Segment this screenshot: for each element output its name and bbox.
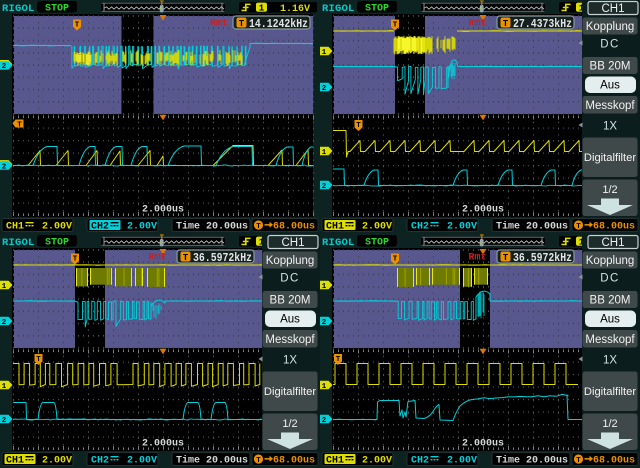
svg-text:T: T — [75, 21, 80, 29]
svg-text:Time 20.00us: Time 20.00us — [176, 455, 248, 467]
svg-text:DC: DC — [600, 39, 620, 51]
svg-text:Messkopf: Messkopf — [585, 100, 635, 112]
svg-text:Aus: Aus — [280, 314, 300, 326]
svg-text:STOP: STOP — [45, 238, 69, 249]
svg-text:Rmt: Rmt — [149, 253, 167, 264]
svg-text:1: 1 — [2, 383, 7, 391]
svg-text:DC: DC — [280, 273, 300, 285]
svg-text:2.00V: 2.00V — [127, 222, 157, 233]
svg-text:2.00V: 2.00V — [127, 456, 157, 467]
svg-text:Aus: Aus — [600, 80, 620, 92]
svg-text:2: 2 — [322, 183, 327, 191]
svg-text:68.00us: 68.00us — [273, 456, 315, 467]
svg-text:RIGOL: RIGOL — [2, 3, 35, 15]
svg-text:RIGOL: RIGOL — [2, 237, 35, 249]
svg-text:1/2: 1/2 — [602, 184, 617, 196]
svg-text:T: T — [36, 356, 41, 364]
svg-text:BB 20M: BB 20M — [270, 295, 311, 307]
svg-text:T: T — [183, 253, 189, 263]
svg-text:2.000us: 2.000us — [142, 439, 184, 450]
svg-text:2.00V: 2.00V — [42, 222, 72, 233]
svg-text:BB 20M: BB 20M — [590, 61, 631, 73]
svg-text:2: 2 — [2, 417, 7, 425]
svg-text:T: T — [356, 122, 361, 130]
svg-text:68.00us: 68.00us — [593, 222, 635, 233]
svg-text:14.1242kHz: 14.1242kHz — [249, 18, 308, 31]
svg-text:Time 20.00us: Time 20.00us — [496, 221, 568, 233]
svg-text:2: 2 — [2, 319, 7, 327]
svg-text:Digitalfilter: Digitalfilter — [584, 152, 636, 164]
svg-text:2.00V: 2.00V — [362, 222, 392, 233]
svg-text:T: T — [17, 122, 22, 130]
svg-text:2: 2 — [2, 63, 7, 71]
svg-text:Rmt: Rmt — [469, 19, 487, 30]
svg-text:Kopplung: Kopplung — [586, 21, 635, 33]
svg-text:1: 1 — [259, 3, 265, 13]
svg-text:CH2: CH2 — [91, 222, 109, 233]
svg-text:CH1: CH1 — [6, 456, 24, 467]
svg-text:1: 1 — [322, 49, 327, 57]
svg-text:1/2: 1/2 — [282, 418, 297, 430]
svg-text:T: T — [480, 0, 484, 8]
svg-text:T: T — [503, 19, 509, 29]
svg-text:2.00V: 2.00V — [447, 222, 477, 233]
svg-text:Kopplung: Kopplung — [266, 255, 315, 267]
svg-text:T: T — [393, 21, 398, 29]
svg-text:2.000us: 2.000us — [142, 205, 184, 216]
svg-text:27.4373kHz: 27.4373kHz — [513, 18, 572, 31]
svg-text:2: 2 — [2, 163, 7, 171]
svg-text:CH1: CH1 — [6, 222, 24, 233]
svg-text:STOP: STOP — [45, 4, 69, 15]
svg-text:1: 1 — [2, 283, 7, 291]
svg-text:T: T — [256, 223, 261, 231]
svg-text:36.5972kHz: 36.5972kHz — [193, 252, 252, 265]
svg-text:2.000us: 2.000us — [462, 205, 504, 216]
svg-text:T: T — [256, 457, 261, 465]
svg-text:2.00V: 2.00V — [42, 456, 72, 467]
svg-text:1X: 1X — [283, 355, 297, 367]
svg-text:Messkopf: Messkopf — [265, 334, 315, 346]
svg-text:T: T — [239, 19, 245, 29]
svg-text:T: T — [73, 255, 78, 263]
svg-text:1: 1 — [322, 149, 327, 157]
svg-text:CH1: CH1 — [281, 237, 304, 249]
svg-text:Time 20.00us: Time 20.00us — [176, 221, 248, 233]
svg-text:T: T — [160, 234, 164, 242]
svg-text:1X: 1X — [603, 121, 617, 133]
svg-text:68.00us: 68.00us — [273, 222, 315, 233]
svg-text:RIGOL: RIGOL — [322, 3, 355, 15]
svg-text:T: T — [160, 0, 164, 8]
svg-text:T: T — [576, 223, 581, 231]
svg-text:Digitalfilter: Digitalfilter — [264, 386, 316, 398]
svg-text:CH2: CH2 — [411, 222, 429, 233]
svg-text:CH2: CH2 — [91, 456, 109, 467]
svg-text:Rmt: Rmt — [210, 19, 228, 30]
svg-text:1.16V: 1.16V — [280, 4, 310, 15]
svg-text:2: 2 — [322, 85, 327, 93]
svg-text:CH1: CH1 — [326, 222, 344, 233]
svg-text:CH1: CH1 — [601, 3, 624, 15]
svg-text:STOP: STOP — [365, 4, 389, 15]
